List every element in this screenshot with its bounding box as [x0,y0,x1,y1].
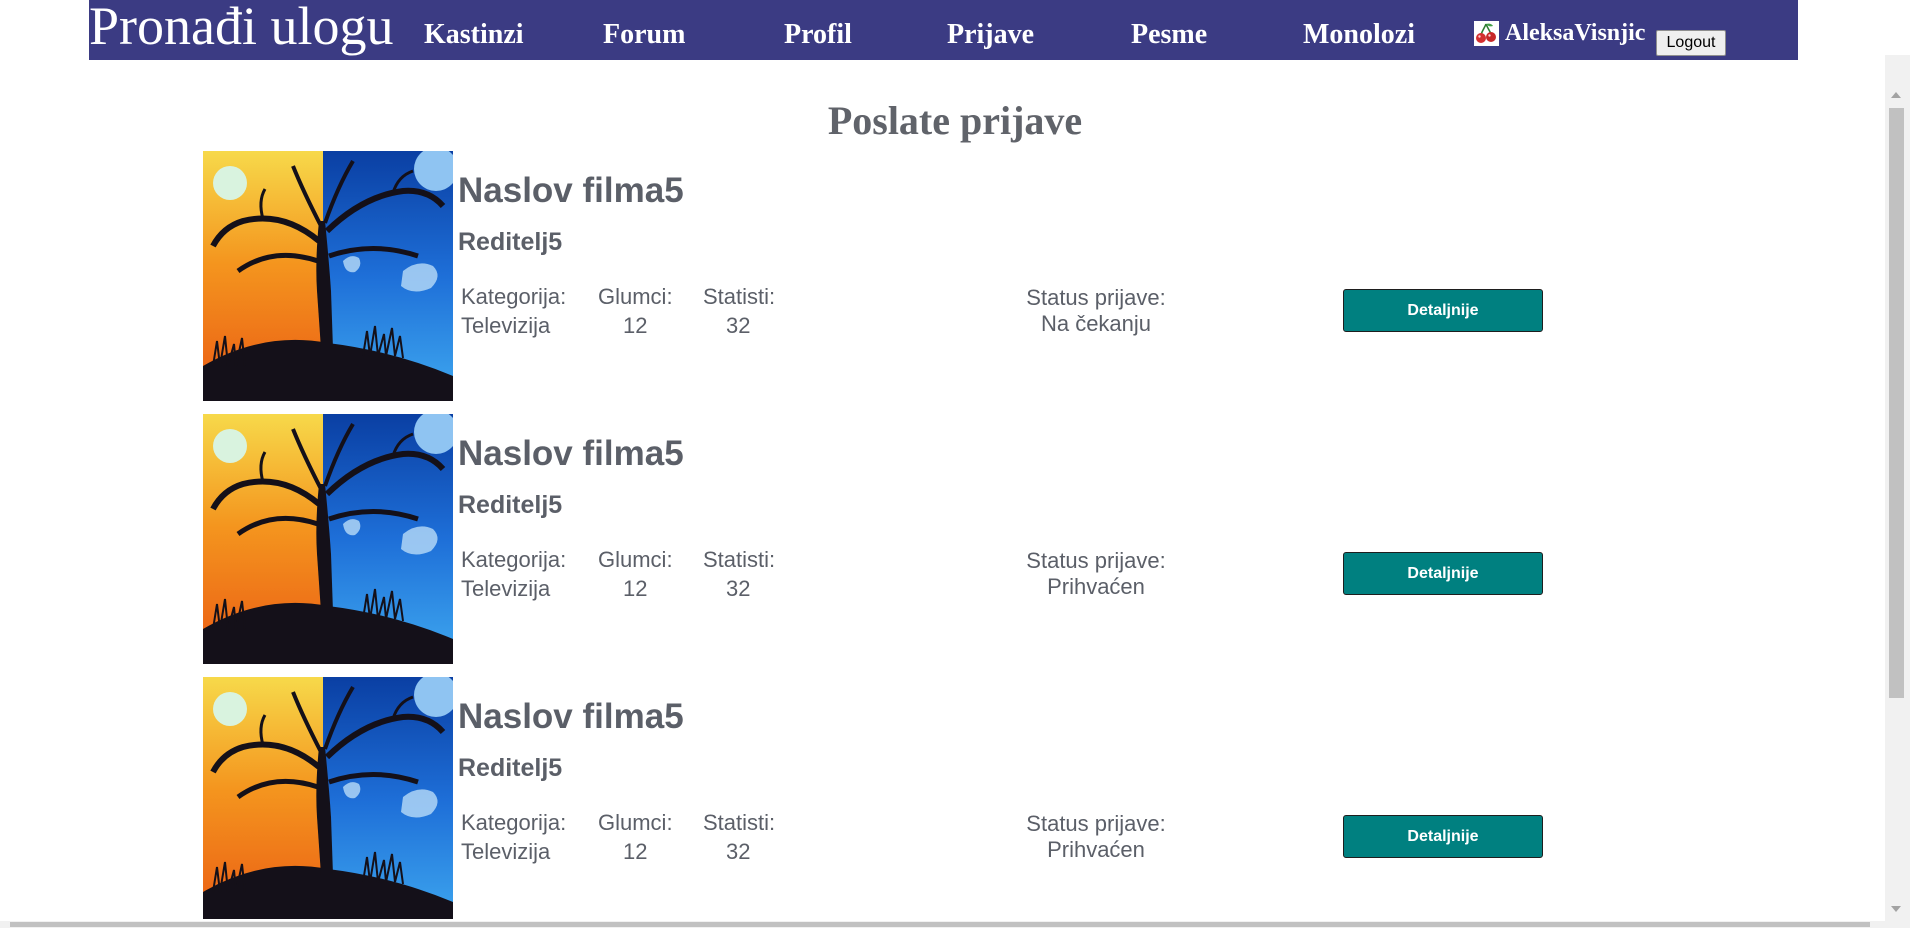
nav-link-forum[interactable]: Forum [603,19,685,51]
film-poster-image [203,414,453,664]
film-title: Naslov filma5 [458,171,684,210]
film-poster-image [203,151,453,401]
status-value: Prihvaćen [1047,837,1145,862]
director-name: Reditelj5 [458,754,563,782]
status-label: Status prijave: [1026,548,1166,573]
extras-label: Statisti: [703,284,776,309]
extras-label: Statisti: [703,547,776,572]
logout-button[interactable]: Logout [1656,30,1726,56]
category-label: Kategorija: [461,547,567,572]
actors-label: Glumci: [598,547,673,572]
application-card: Naslov filma5 Reditelj5 Kategorija: Tele… [203,414,1603,664]
status-value: Na čekanju [1040,311,1152,336]
film-title: Naslov filma5 [458,434,684,473]
page-title: Poslate prijave [827,98,1083,143]
nav-link-pesme[interactable]: Pesme [1131,19,1207,51]
vertical-scroll-thumb[interactable] [1889,108,1904,698]
application-card: Naslov filma5 Reditelj5 Kategorija: Tele… [203,151,1603,401]
nav-link-kastinzi[interactable]: Kastinzi [424,19,524,51]
user-profile[interactable]: AleksaVisnjic [1474,20,1645,47]
extras-value: 32 [726,576,751,601]
director-name: Reditelj5 [458,491,563,519]
actors-value: 12 [623,576,648,601]
status-block: Status prijave: Prihvaćen [1006,548,1186,600]
horizontal-scroll-thumb[interactable] [10,922,1870,927]
status-label: Status prijave: [1026,811,1166,836]
nav-link-profil[interactable]: Profil [784,19,852,51]
status-value: Prihvaćen [1047,574,1145,599]
category-label: Kategorija: [461,284,567,309]
actors-label: Glumci: [598,810,673,835]
details-button[interactable]: Detaljnije [1343,289,1543,332]
status-block: Status prijave: Prihvaćen [1006,811,1186,863]
film-title: Naslov filma5 [458,697,684,736]
film-poster-image [203,677,453,919]
actors-value: 12 [623,313,648,338]
director-name: Reditelj5 [458,228,563,256]
scroll-up-arrow-icon[interactable] [1891,92,1901,98]
extras-label: Statisti: [703,810,776,835]
extras-value: 32 [726,313,751,338]
username: AleksaVisnjic [1505,20,1646,46]
category-label: Kategorija: [461,810,567,835]
category-value: Televizija [461,576,551,601]
status-block: Status prijave: Na čekanju [1006,285,1186,337]
scroll-down-arrow-icon[interactable] [1891,906,1901,912]
status-label: Status prijave: [1026,285,1166,310]
category-value: Televizija [461,839,551,864]
cherry-icon [1474,21,1499,46]
actors-value: 12 [623,839,648,864]
details-button[interactable]: Detaljnije [1343,552,1543,595]
details-button[interactable]: Detaljnije [1343,815,1543,858]
site-logo[interactable]: Pronađi ulogu [89,0,394,59]
category-value: Televizija [461,313,551,338]
top-navbar: Pronađi ulogu Kastinzi Forum Profil Prij… [89,0,1798,60]
extras-value: 32 [726,839,751,864]
nav-link-prijave[interactable]: Prijave [947,19,1034,51]
actors-label: Glumci: [598,284,673,309]
nav-link-monolozi[interactable]: Monolozi [1303,19,1415,51]
application-card: Naslov filma5 Reditelj5 Kategorija: Tele… [203,677,1603,919]
